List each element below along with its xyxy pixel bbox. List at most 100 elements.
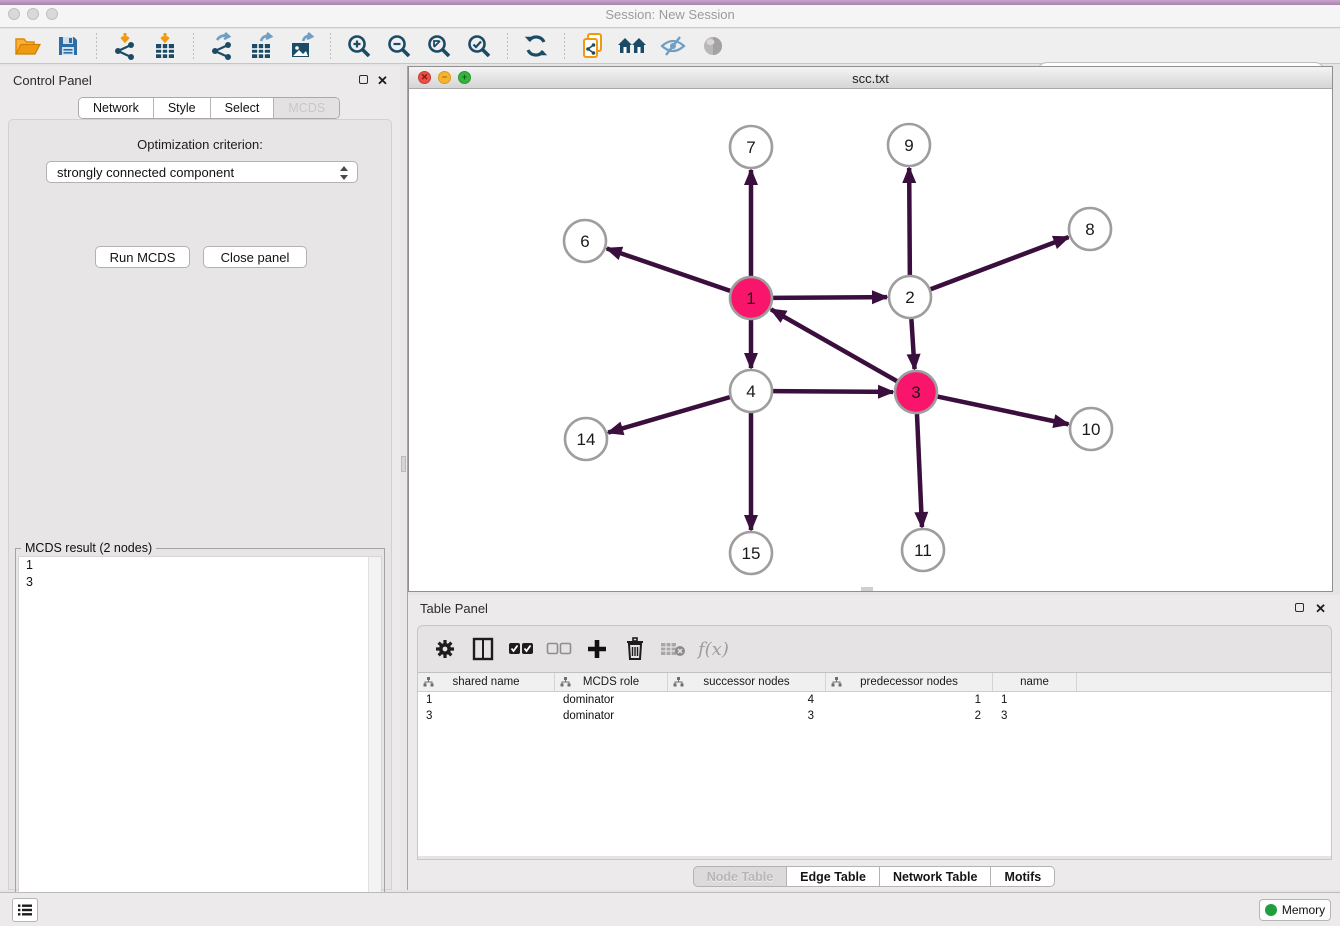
- save-session-icon[interactable]: [52, 31, 84, 61]
- table-cell[interactable]: dominator: [555, 708, 668, 724]
- column-header-name[interactable]: name: [993, 673, 1077, 691]
- import-table-icon[interactable]: [149, 31, 181, 61]
- node-4[interactable]: 4: [730, 370, 772, 412]
- network-window-titlebar[interactable]: ✕ − + scc.txt: [409, 67, 1332, 89]
- edge-2-9[interactable]: [909, 168, 910, 275]
- column-browser-icon[interactable]: [468, 634, 498, 664]
- criterion-select[interactable]: strongly connected component: [46, 161, 358, 183]
- splitter-handle[interactable]: [401, 456, 406, 472]
- tab-network[interactable]: Network: [79, 98, 154, 118]
- show-graphics-details-icon[interactable]: [697, 31, 729, 61]
- table-settings-icon[interactable]: [430, 634, 460, 664]
- tab-select[interactable]: Select: [211, 98, 275, 118]
- edge-2-3[interactable]: [911, 319, 914, 369]
- task-history-button[interactable]: [12, 898, 38, 922]
- table-row[interactable]: 1dominator411: [418, 692, 1331, 708]
- cybrowser-home-icon[interactable]: [617, 31, 649, 61]
- table-cell[interactable]: 1: [993, 692, 1077, 708]
- vertical-splitter[interactable]: [400, 66, 408, 890]
- float-panel-icon[interactable]: [359, 75, 368, 84]
- node-label: 9: [904, 136, 913, 155]
- edge-3-10[interactable]: [938, 397, 1069, 425]
- node-7[interactable]: 7: [730, 126, 772, 168]
- node-14[interactable]: 14: [565, 418, 607, 460]
- node-15[interactable]: 15: [730, 532, 772, 574]
- table-cell[interactable]: 4: [668, 692, 826, 708]
- export-image-icon[interactable]: [286, 31, 318, 61]
- function-builder-icon[interactable]: f(x): [698, 639, 729, 660]
- column-header-shared-name[interactable]: shared name: [418, 673, 555, 691]
- memory-button[interactable]: Memory: [1259, 899, 1331, 921]
- node-3[interactable]: 3: [895, 371, 937, 413]
- table-cell[interactable]: 1: [418, 692, 555, 708]
- table-cell[interactable]: 3: [668, 708, 826, 724]
- node-label: 11: [914, 541, 932, 560]
- window-titlebar: Session: New Session: [0, 0, 1340, 28]
- delete-row-icon[interactable]: [620, 634, 650, 664]
- result-line: 3: [19, 574, 381, 591]
- network-view-window: ✕ − + scc.txt 1 2 3 4 6 7 8 9 10 11 14 15: [408, 66, 1333, 592]
- edge-3-1[interactable]: [771, 309, 897, 381]
- table-row[interactable]: 3dominator323: [418, 708, 1331, 724]
- select-all-icon[interactable]: [506, 634, 536, 664]
- tab-mcds[interactable]: MCDS: [274, 98, 339, 118]
- tab-edge-table[interactable]: Edge Table: [787, 866, 880, 887]
- run-mcds-button[interactable]: Run MCDS: [95, 246, 190, 268]
- zoom-fit-icon[interactable]: [423, 31, 455, 61]
- import-network-icon[interactable]: [109, 31, 141, 61]
- node-6[interactable]: 6: [564, 220, 606, 262]
- node-10[interactable]: 10: [1070, 408, 1112, 450]
- edge-4-14[interactable]: [608, 397, 730, 432]
- table-cell[interactable]: 2: [826, 708, 993, 724]
- node-9[interactable]: 9: [888, 124, 930, 166]
- table-cell[interactable]: dominator: [555, 692, 668, 708]
- deselect-all-icon[interactable]: [544, 634, 574, 664]
- node-8[interactable]: 8: [1069, 208, 1111, 250]
- delete-table-icon[interactable]: [658, 634, 688, 664]
- window-accent-strip: [0, 0, 1340, 5]
- table-cell[interactable]: 3: [993, 708, 1077, 724]
- task-list-icon: [17, 903, 33, 917]
- zoom-out-icon[interactable]: [383, 31, 415, 61]
- add-row-icon[interactable]: [582, 634, 612, 664]
- hide-selected-icon[interactable]: [657, 31, 689, 61]
- table-cell[interactable]: 3: [418, 708, 555, 724]
- node-11[interactable]: 11: [902, 529, 944, 571]
- canvas-resize-handle[interactable]: [861, 587, 873, 591]
- float-table-panel-icon[interactable]: [1295, 603, 1304, 612]
- tab-node-table[interactable]: Node Table: [693, 866, 787, 887]
- network-graph[interactable]: 1 2 3 4 6 7 8 9 10 11 14 15: [409, 89, 1332, 591]
- new-network-from-selection-icon[interactable]: [577, 31, 609, 61]
- tab-motifs[interactable]: Motifs: [991, 866, 1055, 887]
- edge-2-8[interactable]: [931, 237, 1069, 289]
- zoom-in-icon[interactable]: [343, 31, 375, 61]
- edge-1-2[interactable]: [773, 297, 887, 298]
- mcds-result-textarea[interactable]: 13: [18, 556, 382, 924]
- export-network-icon[interactable]: [206, 31, 238, 61]
- column-header-predecessor-nodes[interactable]: predecessor nodes: [826, 673, 993, 691]
- node-label: 15: [742, 544, 761, 563]
- apply-layout-icon[interactable]: [520, 31, 552, 61]
- control-panel-tabs: NetworkStyleSelectMCDS: [78, 97, 340, 119]
- node-2[interactable]: 2: [889, 276, 931, 318]
- edge-3-11[interactable]: [917, 414, 922, 527]
- node-label: 10: [1082, 420, 1101, 439]
- edge-1-6[interactable]: [607, 248, 730, 290]
- tab-network-table[interactable]: Network Table: [880, 866, 992, 887]
- close-table-panel-icon[interactable]: ✕: [1315, 602, 1326, 615]
- node-1[interactable]: 1: [730, 277, 772, 319]
- open-file-icon[interactable]: [12, 31, 44, 61]
- close-panel-icon[interactable]: ✕: [377, 74, 388, 87]
- result-scrollbar[interactable]: [368, 557, 381, 923]
- criterion-value: strongly connected component: [57, 165, 234, 180]
- close-panel-button[interactable]: Close panel: [203, 246, 307, 268]
- zoom-selected-icon[interactable]: [463, 31, 495, 61]
- column-header-successor-nodes[interactable]: successor nodes: [668, 673, 826, 691]
- table-panel: Table Panel ✕: [408, 595, 1340, 890]
- network-canvas[interactable]: 1 2 3 4 6 7 8 9 10 11 14 15: [409, 89, 1332, 591]
- table-cell[interactable]: 1: [826, 692, 993, 708]
- export-table-icon[interactable]: [246, 31, 278, 61]
- column-header-MCDS-role[interactable]: MCDS role: [555, 673, 668, 691]
- tab-style[interactable]: Style: [154, 98, 211, 118]
- edge-4-3[interactable]: [773, 391, 893, 392]
